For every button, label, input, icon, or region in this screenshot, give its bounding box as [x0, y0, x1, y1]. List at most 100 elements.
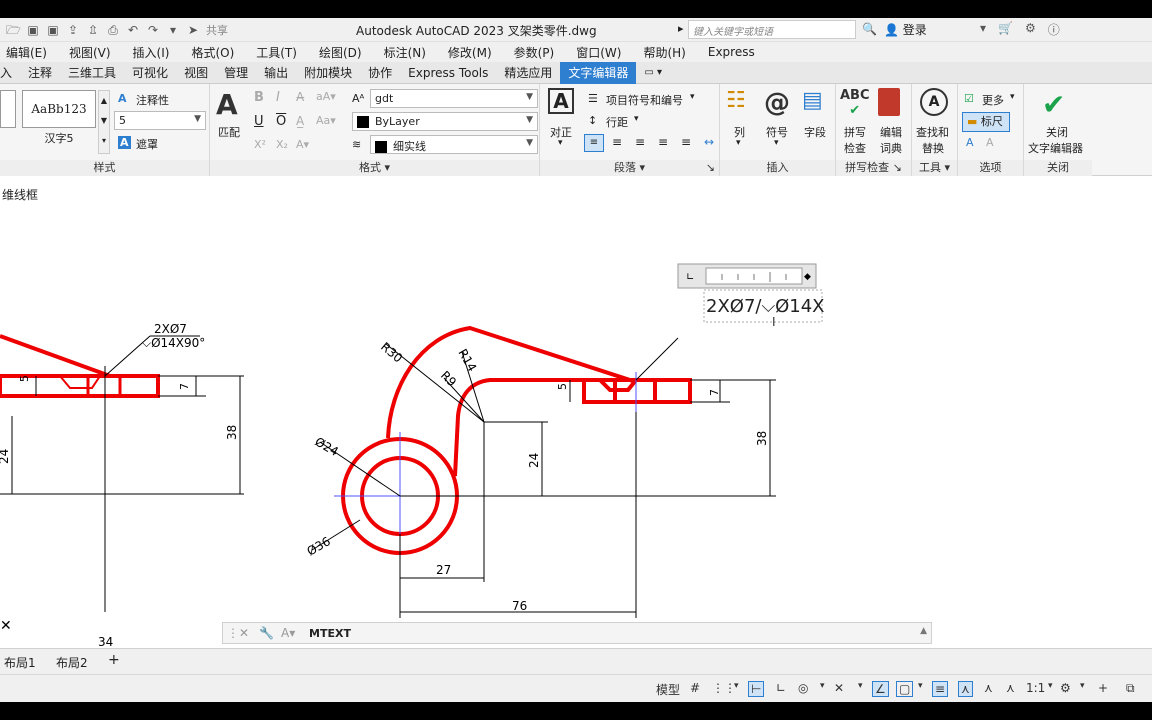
- print-icon[interactable]: ⎙: [106, 23, 120, 37]
- linetype-combo[interactable]: 细实线 ▼: [370, 135, 538, 154]
- bullets-label[interactable]: 项目符号和编号: [606, 92, 683, 108]
- spell-check-label-2[interactable]: 检查: [844, 140, 866, 156]
- spell-check-label-1[interactable]: 拼写: [844, 124, 866, 140]
- find-replace-label-1[interactable]: 查找和: [916, 124, 949, 140]
- object-snap-dropdown-icon[interactable]: ▾: [918, 681, 923, 691]
- align-distribute-icon[interactable]: ↔: [699, 134, 719, 152]
- tab-view[interactable]: 视图: [176, 62, 216, 84]
- grid-icon[interactable]: #: [690, 681, 700, 695]
- style-swatch-blank[interactable]: [0, 90, 16, 128]
- tab-annotate[interactable]: 注释: [20, 62, 60, 84]
- paragraph-launcher-icon[interactable]: ↘: [706, 160, 715, 176]
- undo-text-icon[interactable]: A: [966, 136, 974, 149]
- columns-dropdown-icon[interactable]: ▾: [736, 138, 741, 148]
- search-chevron-icon[interactable]: ▸: [678, 22, 684, 35]
- drawing-canvas[interactable]: 维线框 2XØ7 ⌵Ø14X90° 5 7 38 24 34 ✕ R30 R14…: [0, 176, 1152, 648]
- plus-icon[interactable]: +: [1098, 681, 1108, 695]
- menu-modify[interactable]: 修改(M): [448, 44, 492, 61]
- tab-manage[interactable]: 管理: [216, 62, 256, 84]
- italic-button[interactable]: I: [276, 90, 280, 105]
- symbol-dropdown-icon[interactable]: ▾: [774, 138, 779, 148]
- tab-layout2[interactable]: 布局2: [56, 654, 88, 671]
- login-dropdown-icon[interactable]: ▾: [980, 21, 986, 38]
- annotative-label[interactable]: 注释性: [136, 92, 169, 108]
- polar-icon[interactable]: ◎: [798, 681, 808, 695]
- fullscreen-icon[interactable]: ⧉: [1126, 681, 1135, 696]
- customize-command-icon[interactable]: 🔧: [259, 626, 274, 640]
- share-icon[interactable]: ➤: [186, 23, 200, 37]
- annotation-scale-icon[interactable]: ⋏: [1006, 681, 1015, 695]
- annotation-scale-dropdown-icon[interactable]: ▾: [1048, 681, 1053, 691]
- mtext-input[interactable]: 2XØ7/⌵Ø14X: [706, 296, 825, 317]
- share-label[interactable]: 共享: [206, 22, 228, 38]
- isodraft-dropdown-icon[interactable]: ▾: [858, 681, 863, 691]
- object-tracking-icon[interactable]: ∠: [872, 681, 889, 697]
- network-icon[interactable]: ⚙: [1025, 21, 1036, 38]
- match-icon[interactable]: A: [216, 88, 238, 121]
- save-icon[interactable]: ▣: [26, 23, 40, 37]
- isodraft-icon[interactable]: ✕: [834, 681, 844, 695]
- menu-parametric[interactable]: 参数(P): [514, 44, 555, 61]
- search-icon[interactable]: 🔍: [862, 22, 877, 36]
- find-replace-label-2[interactable]: 替换: [922, 140, 944, 156]
- edit-dictionary-label-2[interactable]: 词典: [880, 140, 902, 156]
- tab-insert[interactable]: 入: [0, 62, 20, 84]
- snap-icon[interactable]: ⋮⋮: [712, 681, 736, 695]
- edit-dictionary-label-1[interactable]: 编辑: [880, 124, 902, 140]
- menu-insert[interactable]: 插入(I): [133, 44, 170, 61]
- tab-overflow-icon[interactable]: ▭ ▾: [636, 62, 670, 84]
- mask-label[interactable]: 遮罩: [136, 136, 158, 152]
- match-label[interactable]: 匹配: [218, 124, 240, 140]
- style-swatch-preview[interactable]: AaBb123: [22, 90, 96, 128]
- field-label[interactable]: 字段: [804, 124, 826, 140]
- export-icon[interactable]: ⇫: [86, 23, 100, 37]
- mask-icon[interactable]: A: [118, 136, 131, 149]
- superscript-icon[interactable]: X²: [254, 138, 266, 151]
- dynamic-input-icon[interactable]: ⊢: [748, 681, 765, 697]
- underline-button[interactable]: U: [254, 114, 264, 129]
- strikethrough-icon[interactable]: A̶: [296, 90, 304, 104]
- line-spacing-label[interactable]: 行距: [606, 114, 628, 130]
- tab-layout1[interactable]: 布局1: [4, 654, 36, 671]
- bold-button[interactable]: B: [254, 90, 264, 105]
- field-icon[interactable]: ▤: [802, 88, 823, 113]
- subscript-icon[interactable]: X₂: [276, 138, 288, 151]
- tab-express-tools[interactable]: Express Tools: [400, 62, 496, 84]
- tab-3d-tools[interactable]: 三维工具: [60, 62, 124, 84]
- snap-dropdown-icon[interactable]: ▾: [734, 681, 739, 691]
- menu-window[interactable]: 窗口(W): [576, 44, 621, 61]
- tab-text-editor[interactable]: 文字编辑器: [560, 61, 637, 84]
- menu-express[interactable]: Express: [708, 45, 755, 59]
- align-default-icon[interactable]: ≡: [584, 134, 604, 152]
- columns-icon[interactable]: ☷: [726, 88, 746, 113]
- ruler-toggle[interactable]: ▬ 标尺: [962, 112, 1010, 132]
- bullets-dropdown-icon[interactable]: ▾: [690, 92, 695, 102]
- import-icon[interactable]: ⇪: [66, 23, 80, 37]
- menu-edit[interactable]: 编辑(E): [6, 44, 47, 61]
- search-input[interactable]: 键入关键字或短语: [688, 20, 856, 39]
- model-button[interactable]: 模型: [656, 681, 680, 698]
- color-combo[interactable]: ByLayer ▼: [352, 112, 538, 131]
- tab-visualize[interactable]: 可视化: [124, 62, 176, 84]
- annotation-visibility-icon[interactable]: ⋏: [958, 681, 973, 697]
- cart-icon[interactable]: 🛒: [998, 21, 1013, 38]
- line-spacing-dropdown-icon[interactable]: ▾: [634, 114, 639, 124]
- align-justify-icon[interactable]: ≡: [676, 134, 696, 152]
- add-layout-button[interactable]: +: [108, 652, 120, 668]
- annotation-scale-value[interactable]: 1:1: [1026, 681, 1045, 695]
- close-check-icon[interactable]: ✔: [1042, 88, 1065, 121]
- redo-text-icon[interactable]: A: [986, 136, 994, 149]
- case-icon[interactable]: aA▾: [316, 90, 336, 103]
- workspace-gear-icon[interactable]: ⚙: [1060, 681, 1071, 695]
- lineweight-icon[interactable]: ≡: [932, 681, 949, 697]
- redo-icon[interactable]: ↷: [146, 23, 160, 37]
- open-icon[interactable]: 🗁: [6, 23, 21, 37]
- customize-dropdown-icon[interactable]: ▾: [166, 23, 180, 37]
- background-mask-icon[interactable]: A̲: [296, 114, 304, 128]
- menu-tools[interactable]: 工具(T): [256, 44, 297, 61]
- spell-check-icon[interactable]: ABC ✔: [840, 88, 870, 118]
- more-dropdown-icon[interactable]: ▾: [1010, 92, 1015, 102]
- workspace-dropdown-icon[interactable]: ▾: [1080, 681, 1085, 691]
- line-spacing-icon[interactable]: ↕: [588, 114, 597, 127]
- command-scroll-icon[interactable]: ▲: [920, 626, 927, 636]
